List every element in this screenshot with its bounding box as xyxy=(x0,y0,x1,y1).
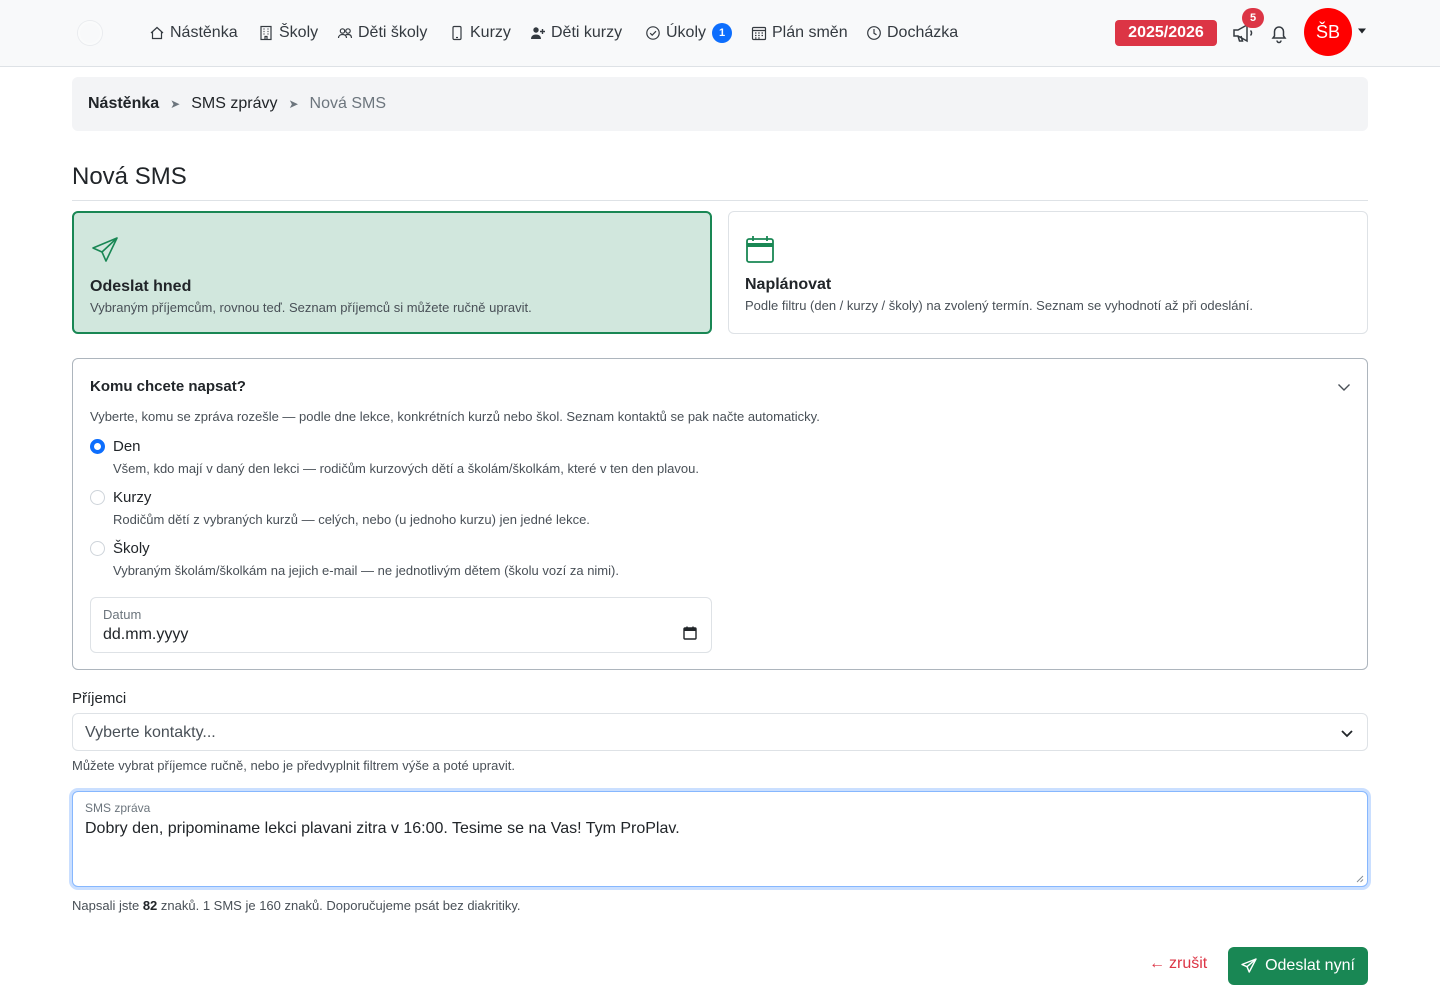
filter-option-help: Vybraným školám/školkám na jejich e-mail… xyxy=(113,563,619,578)
sms-message-text: Dobry den, pripominame lekci plavani zit… xyxy=(85,820,680,837)
calendar-grid-icon xyxy=(751,26,767,41)
filter-option-label: Školy xyxy=(113,540,150,557)
breadcrumb-current: Nová SMS xyxy=(309,95,386,112)
filter-option-help: Rodičům dětí z vybraných kurzů — celých,… xyxy=(113,512,590,527)
building-icon xyxy=(260,25,272,41)
mode-title-send-now: Odeslat hned xyxy=(90,278,192,295)
resize-grip-icon[interactable] xyxy=(1356,875,1364,883)
recipients-label: Příjemci xyxy=(72,690,127,707)
radio-skoly[interactable] xyxy=(90,541,105,556)
mode-description-send-now: Vybraným příjemcům, rovnou teď. Seznam p… xyxy=(90,300,532,315)
nav-item-kurzy[interactable]: Kurzy xyxy=(449,20,511,46)
send-icon xyxy=(92,237,118,262)
nav-item-skoly[interactable]: Školy xyxy=(258,20,318,46)
season-badge[interactable]: 2025/2026 xyxy=(1115,20,1217,46)
mode-title-schedule: Naplánovat xyxy=(745,276,832,293)
filter-option-label: Den xyxy=(113,438,141,455)
top-navbar: Nástěnka Školy Děti školy Kurzy Děti kur… xyxy=(0,0,1440,67)
mode-card-schedule[interactable]: Naplánovat Podle filtru (den / kurzy / š… xyxy=(728,211,1368,334)
mode-card-send-now[interactable]: Odeslat hned Vybraným příjemcům, rovnou … xyxy=(72,211,712,334)
sms-message-label: SMS zpráva xyxy=(85,801,151,815)
caret-down-icon[interactable] xyxy=(1357,27,1367,35)
page-title: Nová SMS xyxy=(72,163,187,190)
arrow-left-icon: ← xyxy=(1149,955,1165,972)
sms-message-textarea[interactable]: SMS zpráva Dobry den, pripominame lekci … xyxy=(72,791,1368,887)
send-now-button[interactable]: Odeslat nyní xyxy=(1228,947,1368,985)
announcements-count-badge: 5 xyxy=(1242,8,1264,28)
date-input-label: Datum xyxy=(103,607,142,622)
recipients-help: Můžete vybrat příjemce ručně, nebo je př… xyxy=(72,758,515,773)
tasks-count-badge: 1 xyxy=(712,23,733,43)
house-icon xyxy=(150,26,164,40)
char-count: 82 xyxy=(142,898,158,913)
recipient-filter-panel: Komu chcete napsat? Vyberte, komu se zpr… xyxy=(72,358,1368,670)
filter-option-help: Všem, kdo mají v daný den lekci — rodičů… xyxy=(113,461,699,476)
date-input[interactable]: Datum dd.mm.yyyy xyxy=(90,597,712,653)
recipients-select[interactable]: Vyberte kontakty... xyxy=(72,713,1368,751)
breadcrumb-separator-icon: ➤ xyxy=(288,97,299,111)
title-divider xyxy=(72,200,1368,201)
cancel-link[interactable]: ← zrušit xyxy=(1149,955,1207,973)
clock-icon xyxy=(867,26,881,40)
date-input-value: dd.mm.yyyy xyxy=(103,626,189,643)
radio-kurzy[interactable] xyxy=(90,490,105,505)
bell-icon[interactable] xyxy=(1268,22,1290,44)
breadcrumb-link-sms-zpravy[interactable]: SMS zprávy xyxy=(191,95,277,113)
filter-panel-title: Komu chcete napsat? xyxy=(90,378,246,395)
mode-description-schedule: Podle filtru (den / kurzy / školy) na zv… xyxy=(745,298,1253,313)
person-add-icon xyxy=(531,27,545,39)
calendar-icon xyxy=(746,236,774,263)
check-circle-icon xyxy=(646,26,660,40)
user-avatar[interactable]: ŠB xyxy=(1304,8,1352,56)
nav-item-dochazka[interactable]: Docházka xyxy=(866,20,958,46)
nav-item-deti-skoly[interactable]: Děti školy xyxy=(337,20,427,46)
radio-den[interactable] xyxy=(90,439,105,454)
calendar-picker-icon[interactable] xyxy=(683,626,697,640)
breadcrumb: Nástěnka ➤ SMS zprávy ➤ Nová SMS xyxy=(72,77,1368,131)
nav-item-ukoly[interactable]: Úkoly 1 xyxy=(645,20,733,46)
chevron-down-icon[interactable] xyxy=(1336,379,1352,395)
breadcrumb-separator-icon: ➤ xyxy=(170,97,181,111)
nav-item-nastenka[interactable]: Nástěnka xyxy=(149,20,238,46)
nav-item-deti-kurzy[interactable]: Děti kurzy xyxy=(530,20,622,46)
phone-icon xyxy=(452,25,462,41)
send-icon xyxy=(1241,958,1257,973)
app-logo[interactable] xyxy=(78,19,130,47)
nav-item-plan-smen[interactable]: Plán směn xyxy=(751,20,848,46)
people-icon xyxy=(337,28,353,39)
filter-panel-description: Vyberte, komu se zpráva rozešle — podle … xyxy=(90,409,820,424)
breadcrumb-link-nastenka[interactable]: Nástěnka xyxy=(88,95,159,113)
recipients-placeholder: Vyberte kontakty... xyxy=(85,724,216,741)
filter-option-label: Kurzy xyxy=(113,489,152,506)
sms-character-counter: Napsali jste 82 znaků. 1 SMS je 160 znak… xyxy=(72,898,521,913)
chevron-down-icon xyxy=(1341,730,1353,738)
